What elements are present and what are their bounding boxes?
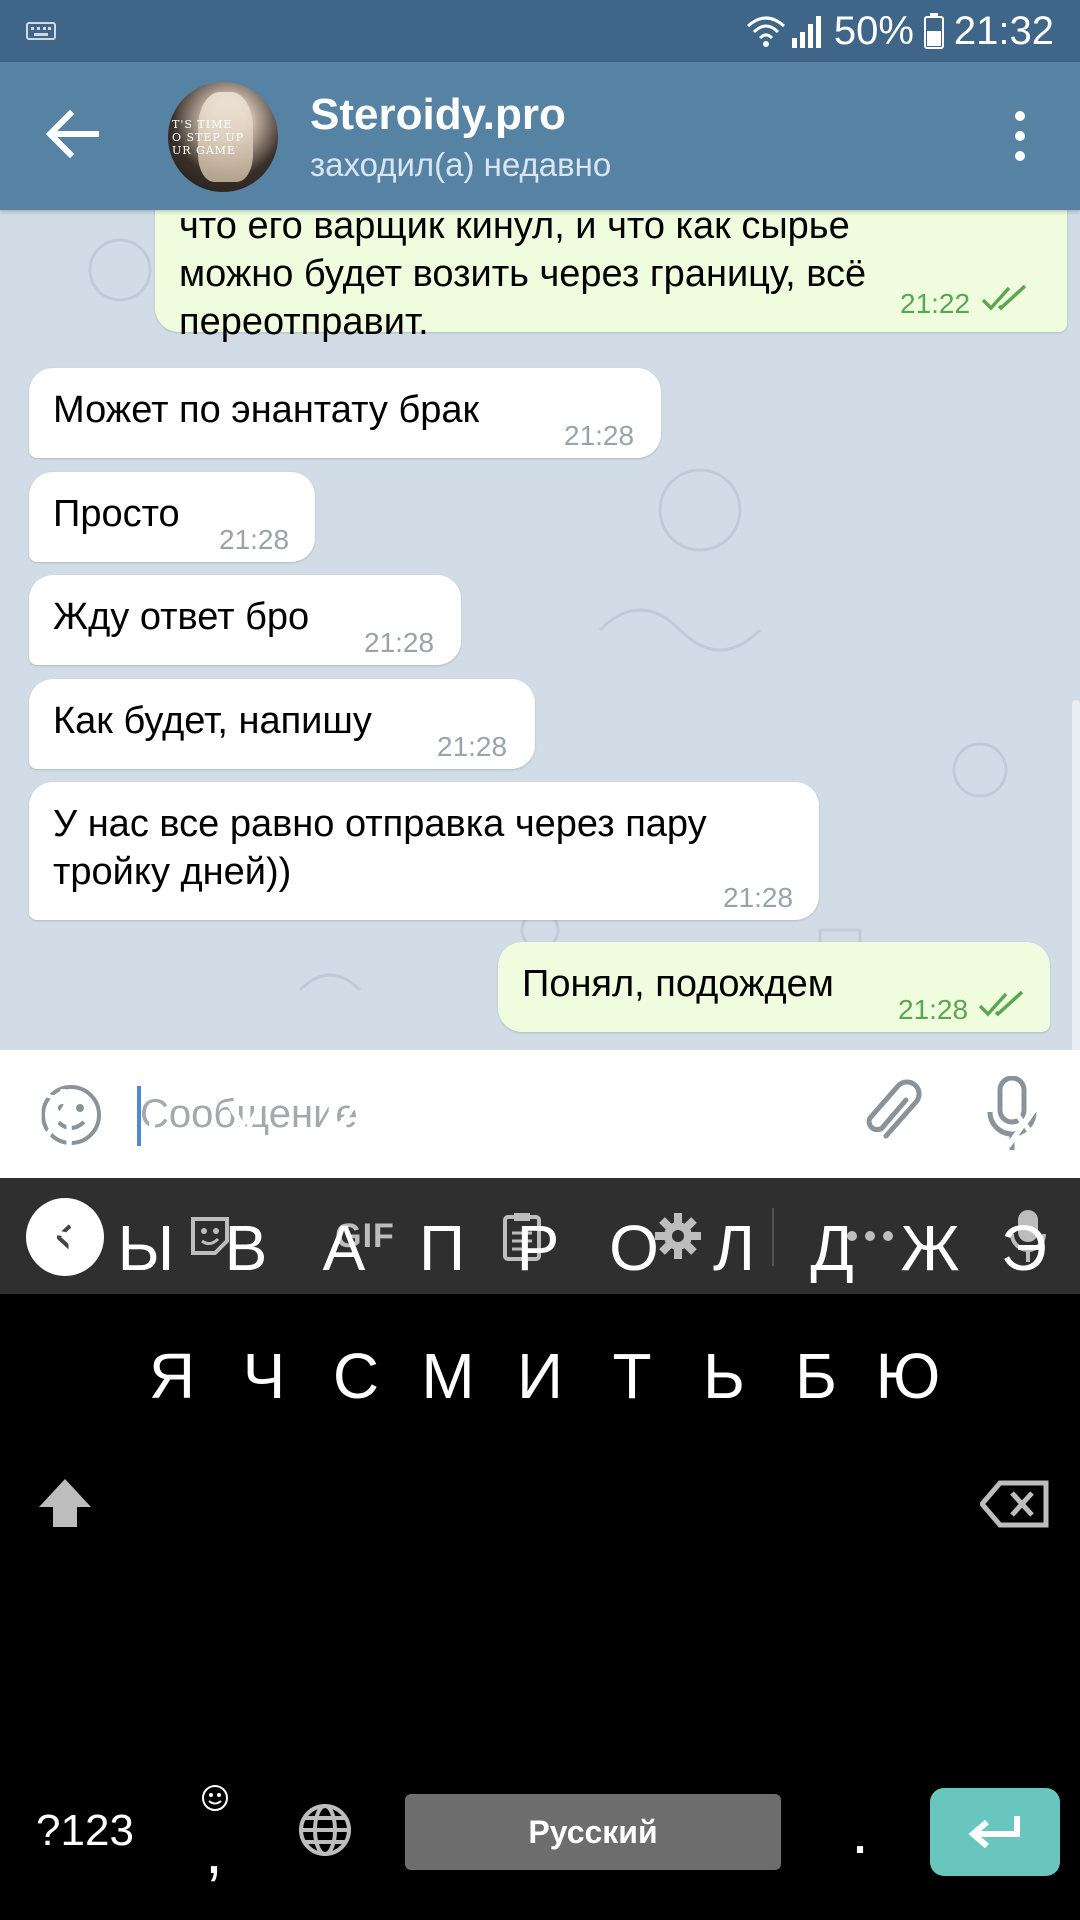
chat-title[interactable]: Steroidy.pro [310, 90, 566, 140]
key-И[interactable]: И [494, 1321, 586, 1431]
key-Т[interactable]: Т [586, 1321, 678, 1431]
key-О[interactable]: О [588, 1193, 680, 1303]
scrollbar[interactable] [1072, 700, 1080, 1050]
language-key[interactable] [280, 1776, 370, 1886]
battery-percent: 50% [833, 8, 914, 53]
key-Д[interactable]: Д [786, 1193, 878, 1303]
key-Э[interactable]: Э [978, 1193, 1070, 1303]
message-text: можно будет возить через границу, всё [179, 253, 867, 295]
message-text: Может по энантату брак [53, 389, 480, 431]
space-key[interactable]: Русский [405, 1794, 781, 1870]
incoming-message[interactable]: Жду ответ бро 21:28 [29, 575, 461, 665]
chat-header: T'S TIME O STEP UP UR GAME Steroidy.pro … [0, 62, 1080, 210]
key-М[interactable]: М [402, 1321, 494, 1431]
message-text: У нас все равно отправка через пару [53, 803, 707, 845]
message-text: Понял, подождем [522, 963, 834, 1005]
double-check-icon [981, 284, 1027, 311]
key-Й[interactable]: Й1 [8, 1062, 100, 1180]
message-time: 21:28 [364, 627, 435, 658]
key-В[interactable]: В [200, 1193, 292, 1303]
avatar[interactable]: T'S TIME O STEP UP UR GAME [168, 82, 278, 192]
back-arrow-icon[interactable] [40, 102, 104, 166]
key-Ь[interactable]: Ь [678, 1321, 770, 1431]
message-time: 21:28 [564, 420, 635, 451]
keyboard-icon [26, 22, 56, 40]
status-bar: 50% 21:32 [0, 0, 1080, 62]
key-С[interactable]: С [310, 1321, 402, 1431]
message-text: Жду ответ бро [53, 596, 310, 638]
outgoing-message[interactable]: Понял, подождем 21:28 [498, 942, 1050, 1032]
comma-key[interactable]: , [175, 1776, 255, 1887]
message-time: 21:28 [437, 731, 508, 762]
key-Х[interactable]: Х [978, 1070, 1070, 1180]
chat-area[interactable]: что его варщик кинул, и что как сырье мож… [0, 210, 1080, 1050]
text-caret [137, 1086, 141, 1146]
enter-key[interactable] [930, 1788, 1060, 1876]
key-Е[interactable]: Е5 [396, 1062, 488, 1180]
key-Ы[interactable]: Ы [100, 1193, 192, 1303]
key-Ш[interactable]: Ш8 [690, 1062, 782, 1180]
message-time: 21:28 [898, 994, 969, 1025]
more-vert-icon[interactable] [1000, 106, 1040, 166]
message-time: 21:28 [723, 882, 794, 913]
key-У[interactable]: У3 [198, 1062, 290, 1180]
message-text: Просто [53, 493, 180, 535]
shift-key[interactable] [0, 1449, 130, 1559]
clock: 21:32 [953, 8, 1054, 53]
message-text: тройку дней)) [53, 851, 292, 893]
key-Р[interactable]: Р [492, 1193, 584, 1303]
message-text: переотправит. [179, 301, 429, 343]
key-Ж[interactable]: Ж [884, 1193, 976, 1303]
key-Л[interactable]: Л [688, 1193, 780, 1303]
enter-icon [968, 1816, 1020, 1849]
key-П[interactable]: П [396, 1193, 488, 1303]
battery-icon [923, 13, 944, 49]
period-key[interactable]: . [815, 1776, 905, 1886]
key-Я[interactable]: Я [126, 1321, 218, 1431]
key-К[interactable]: К4 [296, 1062, 388, 1180]
double-check-icon [978, 990, 1024, 1017]
globe-icon [299, 1804, 351, 1856]
incoming-message[interactable]: Просто 21:28 [29, 472, 315, 562]
incoming-message[interactable]: Может по энантату брак 21:28 [29, 368, 661, 458]
key-Б[interactable]: Б [770, 1321, 862, 1431]
keyboard: Й1Ц2У3К4Е5Н6Г7Ш8Щ9З0Х ФЫВАПРОЛДЖЭ ЯЧСМИТ… [0, 1062, 1080, 1920]
backspace-key[interactable] [960, 1449, 1070, 1559]
key-А[interactable]: А [298, 1193, 390, 1303]
key-З[interactable]: З0 [884, 1062, 976, 1180]
message-text: Как будет, напишу [53, 700, 372, 742]
incoming-message[interactable]: Как будет, напишу 21:28 [29, 679, 535, 769]
message-time: 21:22 [900, 288, 971, 319]
wifi-icon [746, 16, 785, 47]
message-time: 21:28 [219, 524, 290, 555]
signal-icon [791, 16, 821, 48]
backspace-icon [978, 1480, 1049, 1528]
shift-icon [39, 1479, 91, 1527]
key-Щ[interactable]: Щ9 [786, 1062, 878, 1180]
key-Ю[interactable]: Ю [862, 1321, 954, 1431]
symbols-key[interactable]: ?123 [20, 1776, 150, 1886]
chat-status: заходил(а) недавно [310, 146, 612, 183]
key-Г[interactable]: Г7 [590, 1062, 682, 1180]
message-text: что его варщик кинул, и что как сырье [179, 210, 850, 247]
outgoing-message[interactable]: что его варщик кинул, и что как сырье мож… [155, 210, 1067, 343]
key-Н[interactable]: Н6 [492, 1062, 584, 1180]
incoming-message[interactable]: У нас все равно отправка через пару тройк… [29, 782, 819, 920]
key-Ч[interactable]: Ч [218, 1321, 310, 1431]
key-Ф[interactable]: Ф [8, 1193, 100, 1303]
